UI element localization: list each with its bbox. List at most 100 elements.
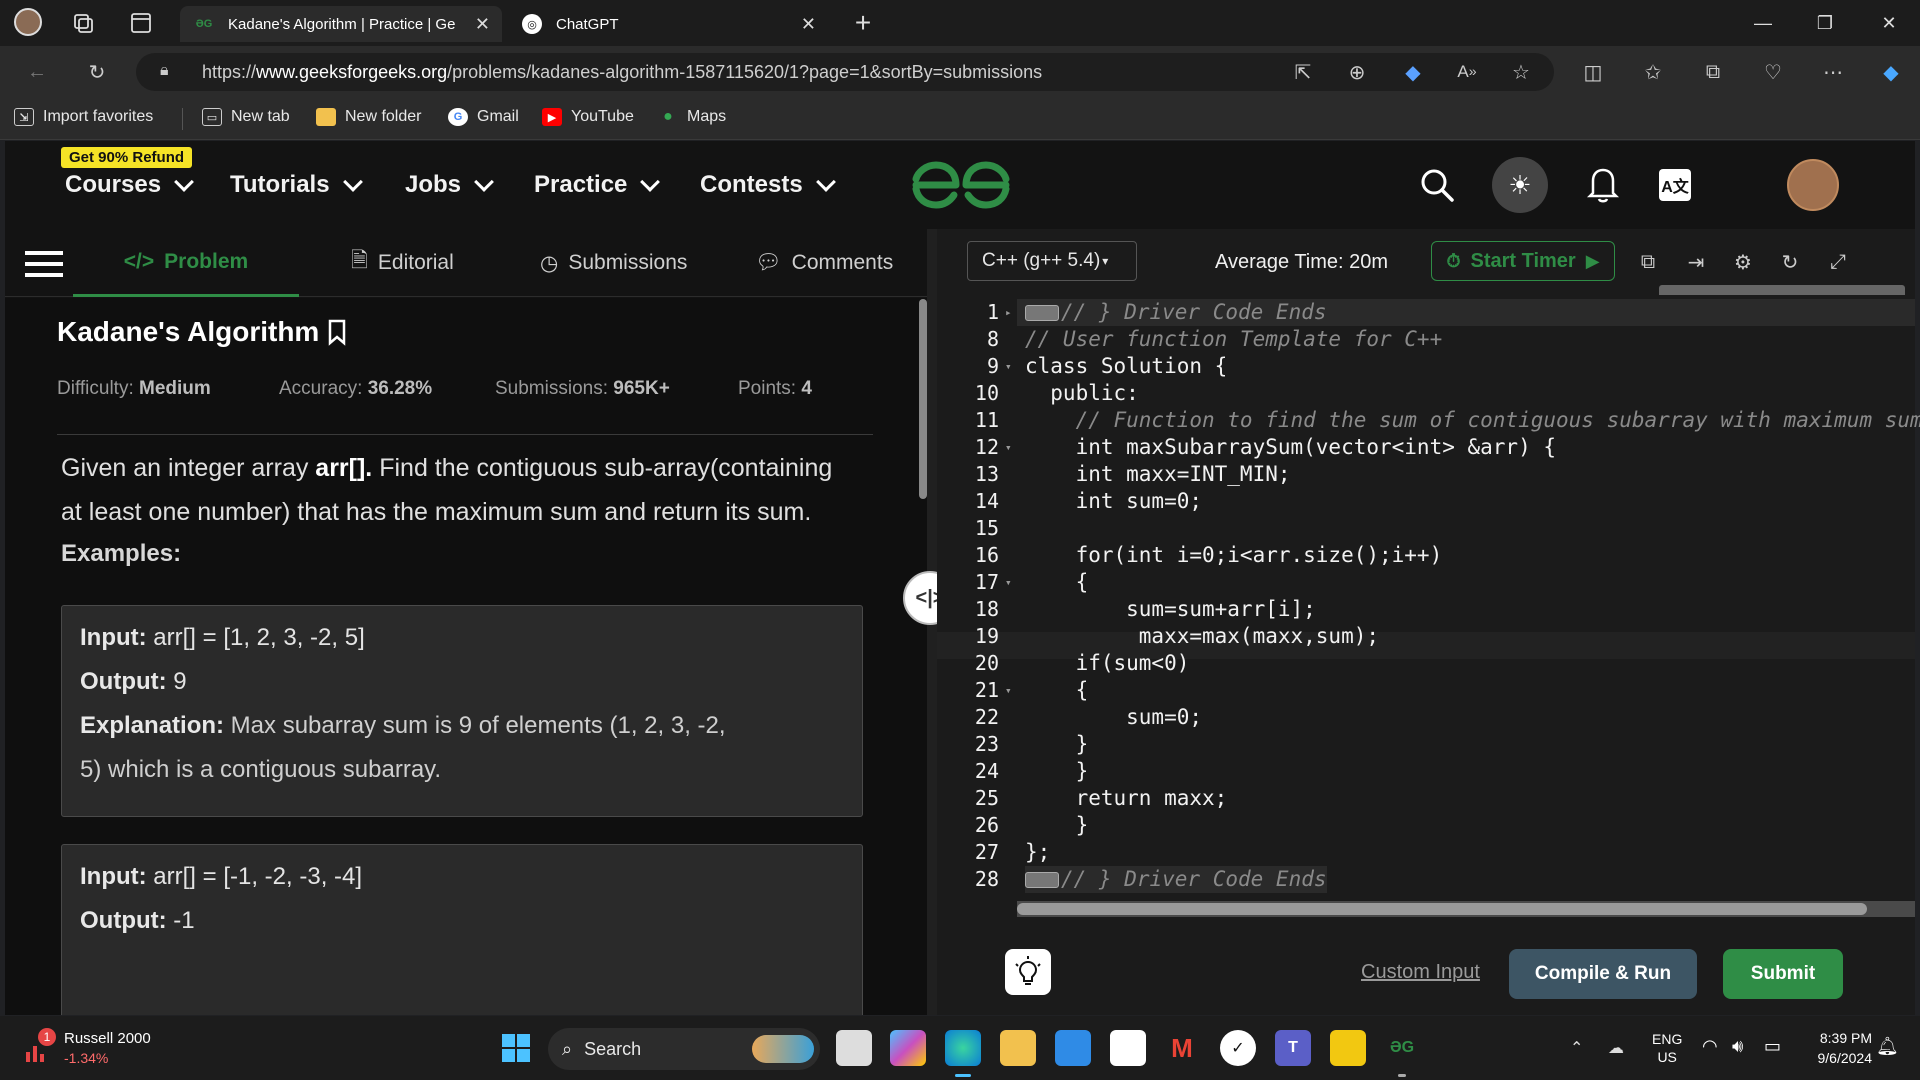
user-avatar[interactable] [1787, 159, 1839, 211]
tab-kadanes-algorithm[interactable]: ƏG Kadane's Algorithm | Practice | Ge ✕ [180, 6, 502, 42]
close-tab-icon[interactable]: ✕ [475, 14, 490, 35]
translate-icon[interactable]: A文 [1659, 169, 1691, 201]
onedrive-icon[interactable]: ☁ [1608, 1038, 1624, 1058]
windows-taskbar: 1 Russell 2000 -1.34% ⌕ Search M ✓ T ƏG … [0, 1016, 1920, 1080]
editor-actions: Custom Input Compile & Run Submit [937, 931, 1915, 1015]
volume-icon[interactable]: 🔊︎ [1732, 1036, 1743, 1057]
language-indicator[interactable]: ENG US [1652, 1030, 1682, 1066]
battery-icon[interactable]: ▭ [1764, 1036, 1781, 1057]
close-tab-icon[interactable]: ✕ [801, 14, 816, 35]
submit-button[interactable]: Submit [1723, 949, 1843, 999]
custom-input-link[interactable]: Custom Input [1361, 961, 1480, 984]
nav-tutorials[interactable]: Tutorials [230, 171, 363, 199]
refresh-icon[interactable]: ↻ [80, 56, 114, 88]
tab-problem[interactable]: </> Problem [73, 229, 299, 297]
power-bi-icon[interactable] [1330, 1030, 1366, 1066]
favorites-icon[interactable]: ✩ [1636, 56, 1670, 88]
theme-toggle-icon[interactable]: ☀ [1492, 157, 1548, 213]
browser-essentials-icon[interactable]: ♡ [1756, 56, 1790, 88]
folded-code-icon[interactable] [1025, 872, 1059, 888]
teams-icon[interactable]: T [1275, 1030, 1311, 1066]
clock[interactable]: 8:39 PM 9/6/2024 [1800, 1028, 1873, 1068]
file-explorer-icon[interactable] [1000, 1030, 1036, 1066]
vertical-tabs-icon[interactable] [128, 10, 154, 36]
scrollbar-thumb[interactable] [919, 299, 927, 499]
favorite-label: YouTube [571, 108, 634, 125]
favorite-new-tab[interactable]: ▭ New tab [202, 108, 290, 126]
fullscreen-icon[interactable]: ⤢ [1823, 247, 1853, 277]
favorite-youtube[interactable]: ▶ YouTube [542, 108, 634, 126]
nav-courses[interactable]: Courses [65, 171, 194, 199]
favorite-import[interactable]: ⇲ Import favorites [14, 108, 153, 126]
bookmark-icon[interactable] [325, 318, 349, 346]
back-icon[interactable]: ← [20, 56, 54, 88]
more-menu-icon[interactable]: ⋯ [1816, 56, 1850, 88]
nav-jobs[interactable]: Jobs [405, 171, 494, 199]
copilot-icon[interactable]: ◆ [1874, 56, 1908, 88]
language-select[interactable]: C++ (g++ 5.4) ▾ [967, 241, 1137, 281]
gmail-icon[interactable]: M [1164, 1030, 1200, 1066]
copilot-app-icon[interactable] [890, 1030, 926, 1066]
stock-widget[interactable]: 1 Russell 2000 -1.34% [20, 1028, 200, 1070]
open-in-app-icon[interactable]: ⇱ [1286, 56, 1320, 88]
taskbar-search[interactable]: ⌕ Search [548, 1028, 820, 1070]
app2-icon[interactable]: ✓ [1220, 1030, 1256, 1066]
problem-statement: Given an integer array arr[]. Find the c… [61, 454, 833, 526]
gfg-logo[interactable] [908, 159, 1014, 211]
read-aloud-icon[interactable]: A» [1450, 56, 1484, 88]
wifi-icon[interactable]: ◠ [1702, 1036, 1718, 1057]
tab-comments[interactable]: 💬︎ Comments [755, 229, 893, 297]
new-tab-button[interactable]: + [846, 6, 880, 40]
favorite-maps[interactable]: ● Maps [658, 108, 726, 126]
task-view-icon[interactable] [836, 1030, 872, 1066]
problem-scrollbar[interactable] [919, 299, 927, 1015]
notification-icon[interactable]: 🔔︎ [1876, 1036, 1899, 1057]
zoom-icon[interactable]: ⊕ [1340, 56, 1374, 88]
minimize-button[interactable]: — [1740, 6, 1786, 40]
favorite-star-icon[interactable]: ☆ [1504, 56, 1538, 88]
compile-run-button[interactable]: Compile & Run [1509, 949, 1697, 999]
restore-button[interactable]: ❐ [1802, 6, 1848, 40]
favorite-gmail[interactable]: G Gmail [448, 108, 519, 126]
chevron-down-icon [174, 172, 194, 192]
tab-title: ChatGPT [556, 15, 619, 33]
code-editor[interactable]: 1 ▸// } Driver Code Ends 8// User functio… [937, 295, 1920, 931]
reset-icon[interactable]: ↻ [1775, 247, 1805, 277]
hamburger-menu-icon[interactable] [25, 249, 63, 279]
profile-avatar[interactable] [14, 8, 42, 36]
windows-start-icon[interactable] [498, 1030, 534, 1066]
coupon-icon[interactable]: ◆ [1396, 56, 1430, 88]
problem-title-row: Kadane's Algorithm [57, 316, 349, 348]
search-icon[interactable] [1417, 165, 1457, 205]
nav-contests[interactable]: Contests [700, 171, 836, 199]
favorite-new-folder[interactable]: New folder [316, 108, 421, 126]
close-window-button[interactable]: ✕ [1866, 6, 1912, 40]
editor-horizontal-scrollbar[interactable] [1017, 901, 1915, 917]
mail-icon[interactable] [1055, 1030, 1091, 1066]
workspaces-icon[interactable] [70, 10, 96, 36]
code-line: 19 maxx=max(maxx,sum); [974, 624, 1380, 648]
refund-badge[interactable]: Get 90% Refund [61, 147, 193, 168]
tab-submissions[interactable]: ◷ Submissions [540, 229, 687, 297]
settings-gear-icon[interactable]: ⚙ [1728, 247, 1758, 277]
notification-bell-icon[interactable] [1583, 163, 1623, 205]
export-icon[interactable]: ⇥ [1681, 247, 1711, 277]
folded-code-icon[interactable] [1025, 305, 1059, 321]
chevron-up-icon[interactable]: ⌃ [1570, 1038, 1583, 1058]
code-line: 17 ▾ { [974, 570, 1089, 594]
app-icon[interactable] [1110, 1030, 1146, 1066]
collections-icon[interactable]: ⧉ [1696, 56, 1730, 88]
lightbulb-icon[interactable] [1005, 949, 1051, 995]
tab-title: Kadane's Algorithm | Practice | Ge [228, 15, 456, 33]
nav-practice[interactable]: Practice [534, 171, 661, 199]
gfg-taskbar-icon[interactable]: ƏG [1384, 1030, 1420, 1066]
edge-browser-icon[interactable] [945, 1030, 981, 1066]
split-screen-icon[interactable]: ◫ [1576, 56, 1610, 88]
problem-content: Kadane's Algorithm Difficulty: Medium Ac… [5, 298, 927, 1015]
copy-icon[interactable]: ⧉ [1633, 247, 1663, 277]
start-timer-button[interactable]: ⏱ Start Timer ▶ [1431, 241, 1615, 281]
scrollbar-thumb[interactable] [1017, 903, 1867, 915]
tab-chatgpt[interactable]: ◎ ChatGPT ✕ [508, 6, 828, 42]
lock-icon[interactable]: 🔒︎ [160, 62, 169, 80]
tab-editorial[interactable]: 🗎︎ Editorial [351, 229, 454, 297]
